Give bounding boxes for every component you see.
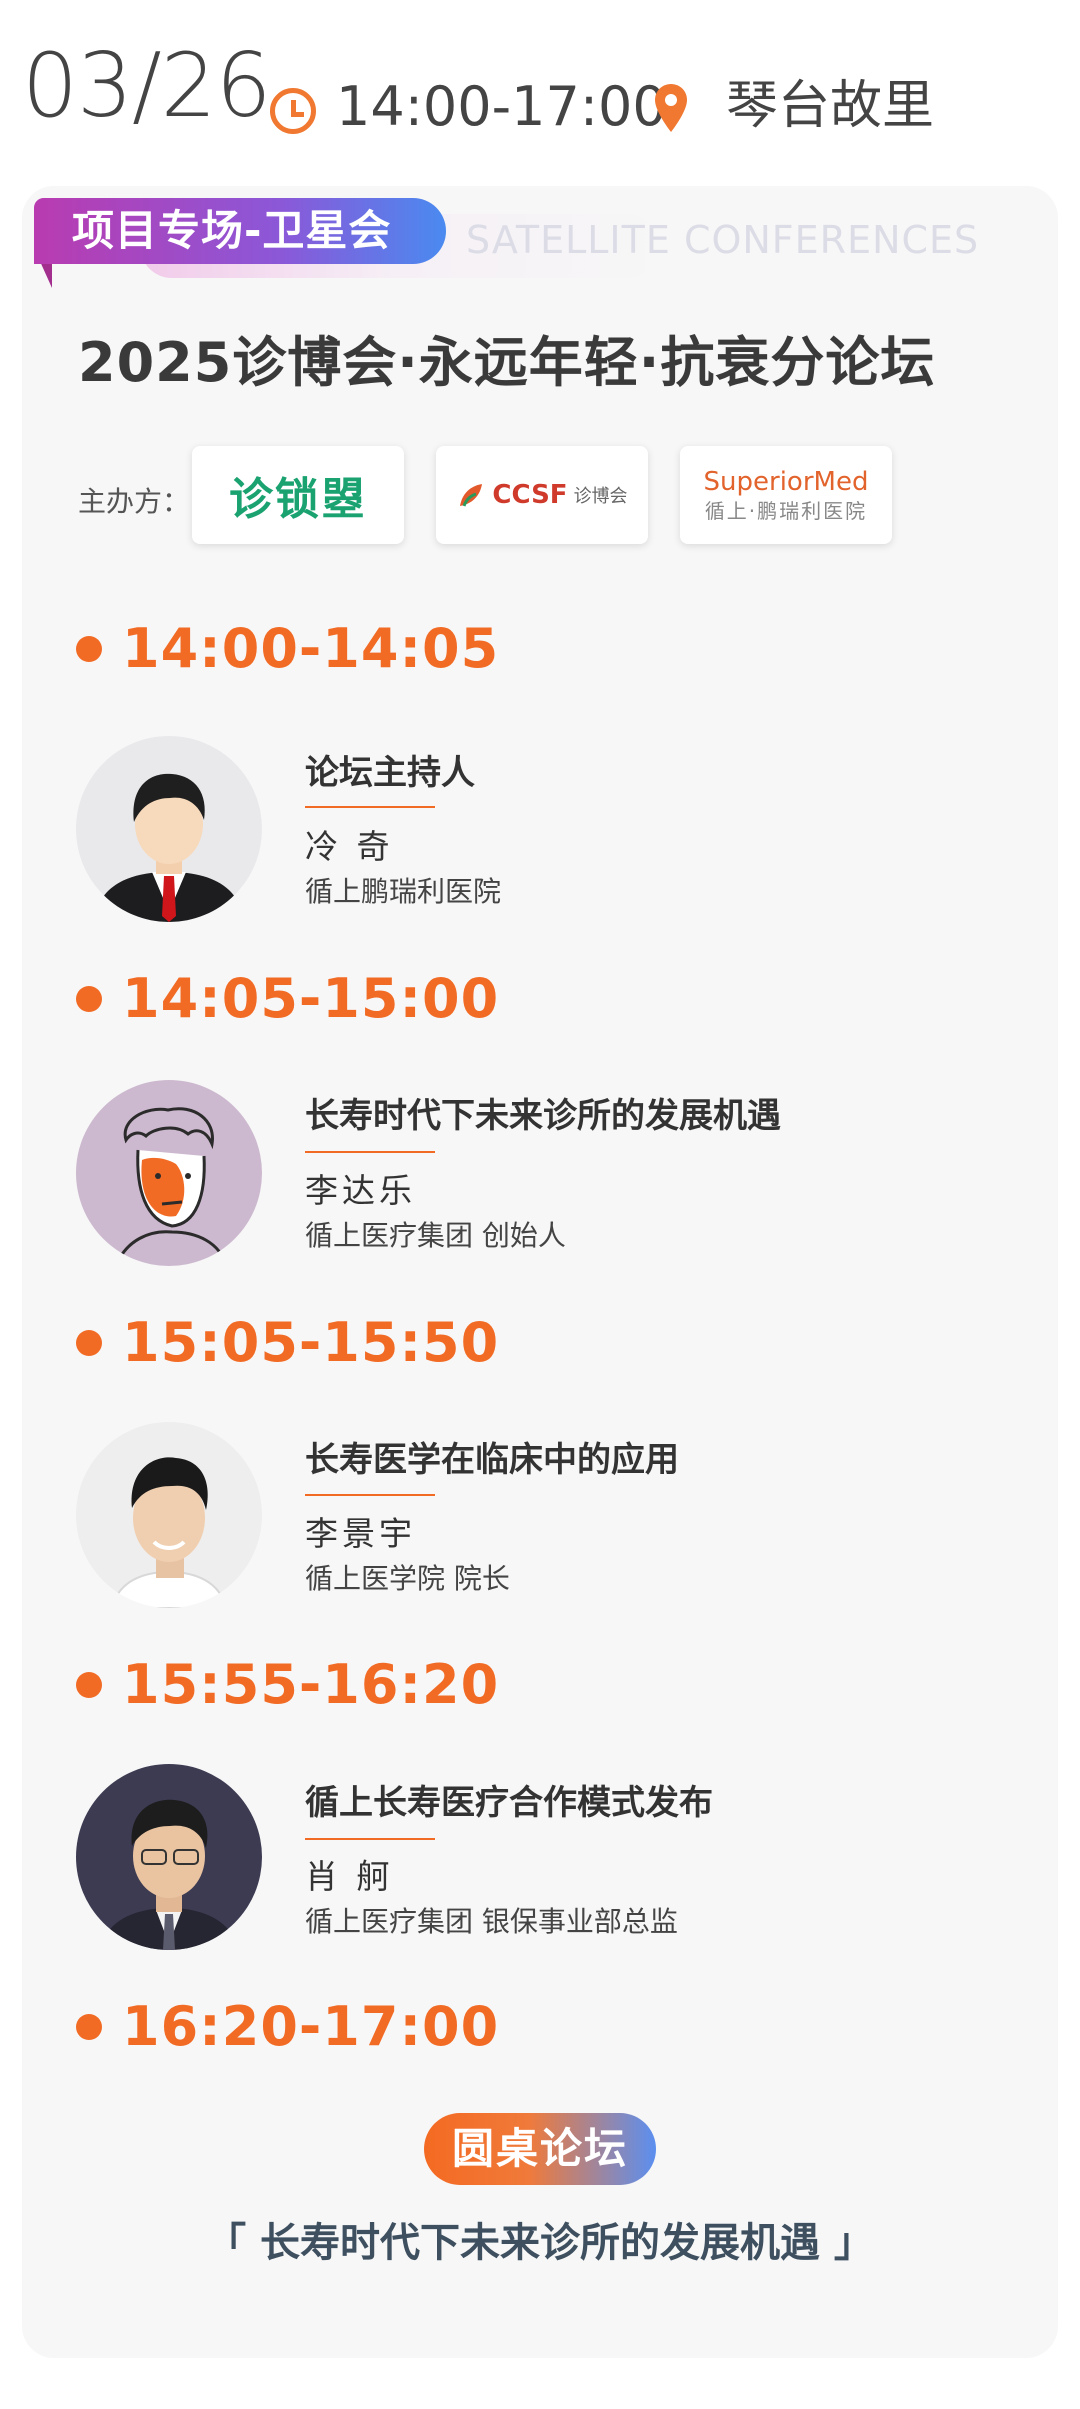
timeline-dot	[76, 636, 102, 662]
speaker-avatar	[76, 1422, 262, 1608]
ccsf-logo-wrap: CCSF 诊博会	[456, 480, 628, 510]
forum-title: 2025诊博会·永远年轻·抗衰分论坛	[78, 331, 936, 394]
organizer-name: CCSF	[492, 480, 568, 510]
timeline-dot	[76, 986, 102, 1012]
speaker-avatar	[76, 1080, 262, 1266]
host-avatar-illustration	[76, 736, 262, 922]
talk-title: 循上长寿医疗合作模式发布	[305, 1783, 713, 1823]
roundtable-badge: 圆桌论坛	[424, 2113, 656, 2185]
sketch-avatar-illustration	[76, 1080, 262, 1266]
talk-title: 长寿医学在临床中的应用	[305, 1440, 679, 1480]
event-header: 03/26 14:00-17:00 琴台故里	[0, 0, 1080, 190]
organizer-logo-superiormed[interactable]: SuperiorMed 循上·鹏瑞利医院	[680, 446, 892, 544]
speaker-org: 循上医疗集团 银保事业部总监	[305, 1905, 678, 1938]
speaker-org: 循上鹏瑞利医院	[305, 875, 502, 908]
talk-title: 长寿时代下未来诊所的发展机遇	[305, 1096, 781, 1136]
slot-time: 15:05-15:50	[122, 1311, 500, 1374]
title-underline	[305, 1151, 435, 1153]
location-pin-icon	[655, 84, 687, 132]
speaker-avatar	[76, 736, 262, 922]
organizer-name: SuperiorMed	[703, 467, 869, 497]
organizer-logo-zhensuo[interactable]: 诊锁曌	[192, 446, 404, 544]
title-underline	[305, 1494, 435, 1496]
event-location: 琴台故里	[726, 76, 935, 136]
speaker-name: 肖 舸	[305, 1857, 394, 1896]
speaker-name: 李景宇	[305, 1514, 416, 1553]
speaker-photo	[76, 1764, 262, 1950]
organizer-subtitle: 循上·鹏瑞利医院	[704, 499, 868, 523]
superiormed-logo-wrap: SuperiorMed 循上·鹏瑞利医院	[704, 469, 869, 521]
timeline-dot	[76, 1672, 102, 1698]
roundtable-topic: 「 长寿时代下未来诊所的发展机遇 」	[206, 2220, 874, 2266]
organizer-name: 诊锁曌	[229, 474, 367, 525]
title-underline	[305, 1838, 435, 1840]
event-time: 14:00-17:00	[336, 75, 667, 138]
slot-time: 15:55-16:20	[122, 1653, 500, 1716]
talk-title: 论坛主持人	[305, 753, 475, 793]
timeline-dot	[76, 1330, 102, 1356]
slot-time: 14:00-14:05	[122, 617, 500, 680]
speaker-photo	[76, 1422, 262, 1608]
speaker-name: 冷 奇	[305, 827, 394, 866]
slot-time: 14:05-15:00	[122, 967, 500, 1030]
speaker-name: 李达乐	[305, 1171, 416, 1210]
organizer-logo-ccsf[interactable]: CCSF 诊博会	[436, 446, 648, 544]
tag-english-watermark: SATELLITE CONFERENCES	[466, 218, 980, 262]
slot-time: 16:20-17:00	[122, 1995, 500, 2058]
leaf-icon	[460, 484, 483, 507]
speaker-avatar	[76, 1764, 262, 1950]
title-underline	[305, 806, 435, 808]
organizer-subtitle: 诊博会	[573, 486, 628, 507]
event-date: 03/26	[22, 34, 272, 137]
organizer-label: 主办方：	[78, 485, 191, 518]
speaker-org: 循上医学院 院长	[305, 1562, 510, 1595]
timeline-dot	[76, 2014, 102, 2040]
session-tag: 项目专场-卫星会	[34, 198, 446, 264]
speaker-org: 循上医疗集团 创始人	[305, 1219, 566, 1252]
clock-icon	[270, 88, 316, 134]
